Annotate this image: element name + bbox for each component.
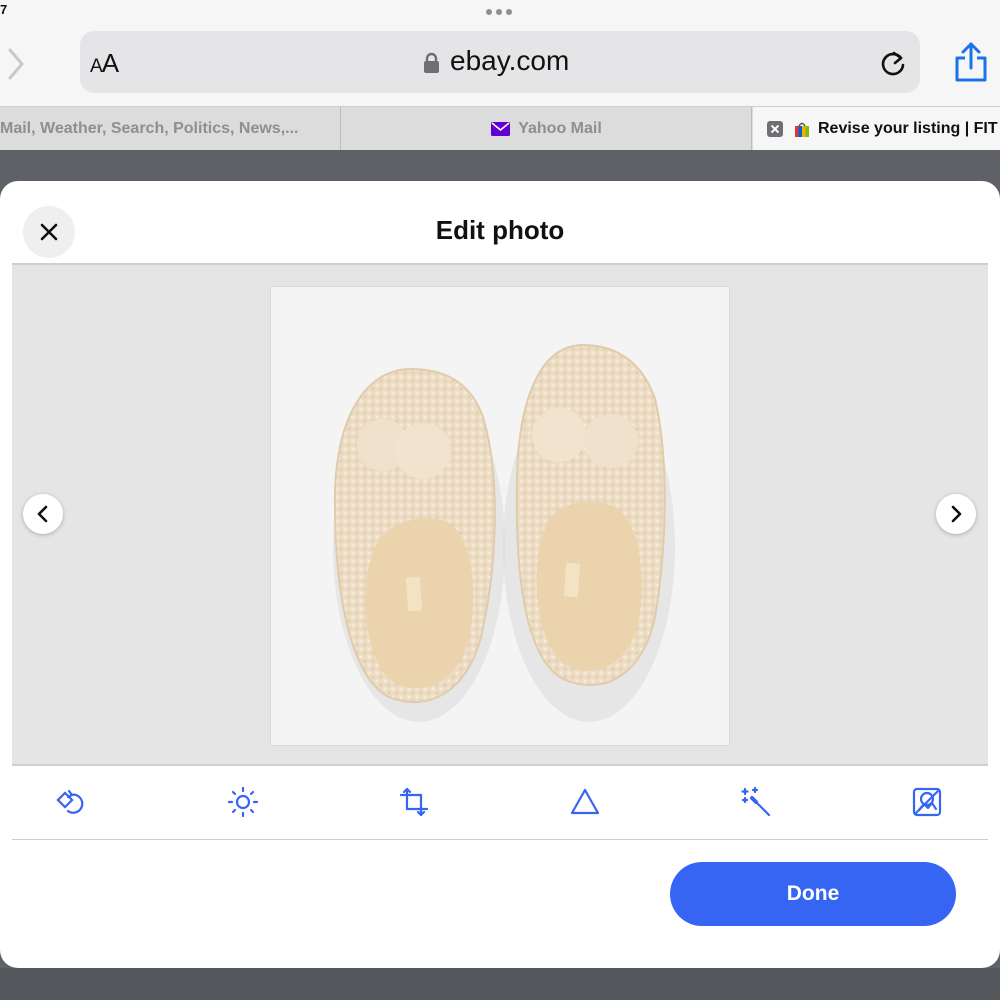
rotate-button[interactable]: [52, 782, 92, 822]
auto-enhance-button[interactable]: [736, 782, 776, 822]
contrast-button[interactable]: [565, 782, 605, 822]
forward-chevron-icon[interactable]: [2, 44, 28, 84]
address-bar[interactable]: AA ebay.com: [80, 31, 920, 93]
edit-toolbar: [12, 768, 988, 840]
chevron-left-icon: [37, 505, 48, 523]
photo-stage: [12, 263, 988, 766]
magic-wand-icon: [741, 786, 771, 817]
url-text: ebay.com: [450, 45, 570, 76]
tab-label: Mail, Weather, Search, Politics, News,..…: [0, 119, 299, 137]
slippers-image: [333, 343, 675, 722]
reload-icon[interactable]: [878, 47, 908, 79]
remove-background-button[interactable]: [907, 782, 947, 822]
window-grabber[interactable]: [486, 9, 512, 15]
dialog-title: Edit photo: [435, 215, 565, 245]
rotate-icon: [56, 789, 84, 814]
yahoo-mail-icon: [491, 121, 511, 136]
browser-toolbar: 7 AA ebay.com: [0, 0, 1000, 106]
done-button[interactable]: Done: [670, 862, 956, 926]
edit-photo-dialog: Edit photo Done: [0, 181, 1000, 968]
tab-revise-listing[interactable]: Revise your listing | FIT: [753, 107, 1000, 150]
lock-icon: [424, 52, 439, 73]
next-photo-button[interactable]: [936, 494, 976, 534]
brightness-icon: [227, 786, 259, 818]
status-clock: 7: [0, 2, 8, 17]
contrast-icon: [570, 788, 600, 815]
share-icon[interactable]: [952, 40, 990, 84]
tab-yahoo-mail[interactable]: Yahoo Mail: [342, 107, 752, 150]
reader-settings-button[interactable]: AA: [90, 48, 119, 79]
slippers-photo: [271, 287, 729, 745]
brightness-button[interactable]: [223, 782, 263, 822]
tab-yahoo-home[interactable]: Mail, Weather, Search, Politics, News,..…: [0, 107, 341, 150]
tab-label: Revise your listing | FIT: [818, 119, 998, 137]
crop-button[interactable]: [394, 782, 434, 822]
ebay-favicon: [795, 122, 809, 137]
crop-icon: [399, 787, 429, 817]
chevron-right-icon: [951, 505, 962, 523]
tab-bar: Mail, Weather, Search, Politics, News,..…: [0, 106, 1000, 150]
tab-label: Yahoo Mail: [518, 119, 602, 137]
close-tab-icon[interactable]: [767, 120, 783, 137]
previous-photo-button[interactable]: [23, 494, 63, 534]
remove-background-icon: [912, 787, 942, 817]
page-overlay-bottom: [0, 968, 1000, 1000]
